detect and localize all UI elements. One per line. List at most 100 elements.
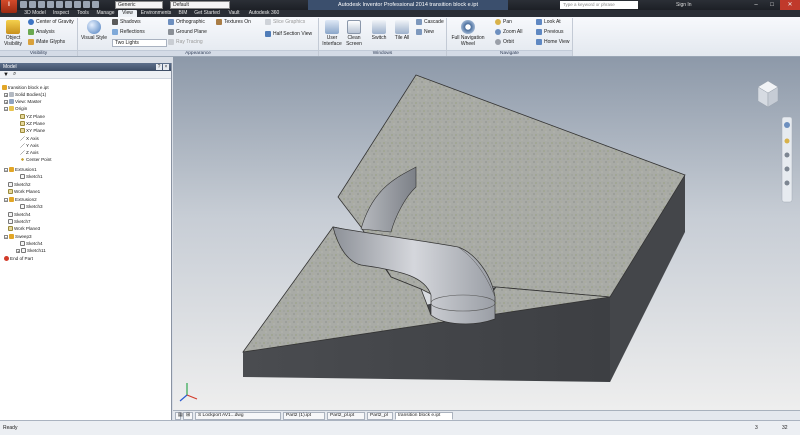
orbit-button[interactable]: Orbit <box>495 39 514 45</box>
search-input[interactable]: Type a keyword or phrase <box>560 1 638 9</box>
center-of-gravity-button[interactable]: Center of Gravity <box>28 19 74 25</box>
user-interface-icon[interactable] <box>325 20 339 34</box>
analysis-button[interactable]: Analysis <box>28 29 55 35</box>
reflections-button[interactable]: Reflections <box>112 29 145 35</box>
doc-tab-part2-1[interactable]: Part2 (1).ipt <box>283 412 325 420</box>
zoom-all-button[interactable]: Zoom All <box>495 29 522 35</box>
collapse-icon[interactable]: − <box>4 106 8 111</box>
maximize-button[interactable]: □ <box>764 0 780 10</box>
lights-dropdown[interactable]: Two Lights <box>112 39 167 47</box>
visual-style-button[interactable]: Visual Style <box>79 35 109 41</box>
tree-node-sketch1[interactable]: Sketch1 <box>20 173 43 180</box>
measure-icon[interactable] <box>92 1 99 8</box>
full-navigation-wheel-button[interactable]: Full Navigation Wheel <box>448 35 488 47</box>
doc-tab-transition-block[interactable]: transition block e.ipt <box>395 412 453 420</box>
sign-in-link[interactable]: Sign In <box>676 0 692 10</box>
tree-node-sweep-sketch4[interactable]: Sketch4 <box>20 240 43 247</box>
shadows-button[interactable]: Shadows <box>112 19 141 25</box>
view-cube[interactable] <box>757 80 779 108</box>
tab-environments[interactable]: Environments <box>137 10 175 17</box>
minimize-button[interactable]: – <box>748 0 764 10</box>
orthographic-button[interactable]: Orthographic <box>168 19 205 25</box>
doc-tab-part2-pl-ipt[interactable]: Part2_pl.ipt <box>327 412 365 420</box>
tile-all-icon[interactable] <box>395 20 409 34</box>
tree-node-sketch3[interactable]: Sketch3 <box>20 203 43 210</box>
tab-view[interactable]: View <box>118 10 137 17</box>
tree-node-yz-plane[interactable]: YZ Plane <box>20 113 45 120</box>
tree-node-xy-plane[interactable]: XY Plane <box>20 127 45 134</box>
tab-get-started[interactable]: Get Started <box>191 10 223 17</box>
tree-node-sketch11[interactable]: + Sketch11 <box>16 247 46 254</box>
tab-autodesk-360[interactable]: Autodesk 360 <box>245 10 283 17</box>
browser-help-icon[interactable]: ? <box>156 64 162 70</box>
slice-graphics-button[interactable]: Slice Graphics <box>265 19 305 25</box>
doc-tab-part2-pl[interactable]: Part2_pl <box>367 412 393 420</box>
new-window-button[interactable]: New <box>416 29 434 35</box>
object-visibility-button[interactable]: Object Visibility <box>1 35 25 47</box>
half-section-view-button[interactable]: Half Section View <box>265 31 312 37</box>
pan-button[interactable]: Pan <box>495 19 512 25</box>
tree-node-extrusion1[interactable]: − Extrusion1 <box>4 166 37 173</box>
collapse-icon[interactable]: − <box>4 197 8 202</box>
material-combo[interactable]: Generic <box>115 1 163 9</box>
new-icon[interactable] <box>20 1 27 8</box>
tile-all-button[interactable]: Tile All <box>390 35 414 41</box>
visual-style-icon[interactable] <box>87 20 101 34</box>
tree-node-root[interactable]: transition block e.ipt <box>2 84 49 91</box>
tree-node-sketch2[interactable]: Sketch2 <box>8 181 31 188</box>
tab-vault[interactable]: Vault <box>223 10 245 17</box>
expand-icon[interactable]: + <box>4 99 8 104</box>
tree-node-work-plane3[interactable]: Work Plane3 <box>8 225 40 232</box>
tree-node-y-axis[interactable]: Y Axis <box>20 142 39 149</box>
tree-node-sketch4[interactable]: Sketch4 <box>8 211 31 218</box>
tabs-scroll-icon[interactable]: ⊞ <box>183 412 193 420</box>
tree-node-x-axis[interactable]: X Axis <box>20 135 39 142</box>
tree-node-view-master[interactable]: + View: Master <box>4 98 41 105</box>
clean-screen-icon[interactable] <box>347 20 361 34</box>
cascade-button[interactable]: Cascade <box>416 19 444 25</box>
look-at-button[interactable]: Look At <box>536 19 561 25</box>
tab-bim[interactable]: BIM <box>175 10 191 17</box>
navigation-bar[interactable] <box>781 116 793 203</box>
collapse-icon[interactable]: − <box>4 234 8 239</box>
tree-node-xz-plane[interactable]: XZ Plane <box>20 120 45 127</box>
previous-view-button[interactable]: Previous <box>536 29 563 35</box>
tab-manage[interactable]: Manage <box>93 10 118 17</box>
expand-icon[interactable]: + <box>4 92 8 97</box>
filter-icon[interactable]: ▼ <box>3 72 9 78</box>
tabs-menu-icon[interactable]: ▤ <box>175 412 183 420</box>
imate-glyphs-button[interactable]: iMate Glyphs <box>28 39 65 45</box>
user-interface-button[interactable]: User Interface <box>319 35 345 47</box>
open-icon[interactable] <box>29 1 36 8</box>
object-visibility-icon[interactable] <box>6 20 20 34</box>
doc-tab-lockport[interactable]: S Lockport AV1...dwg <box>195 412 281 420</box>
navigation-wheel-icon[interactable] <box>461 20 475 34</box>
appearance-combo[interactable]: Default <box>170 1 230 9</box>
undo-icon[interactable] <box>47 1 54 8</box>
tree-node-sketch7[interactable]: Sketch7 <box>8 218 31 225</box>
clean-screen-button[interactable]: Clean Screen <box>343 35 365 47</box>
switch-window-icon[interactable] <box>372 20 386 34</box>
tab-3d-model[interactable]: 3D Model <box>21 10 49 17</box>
tree-node-center-point[interactable]: Center Point <box>20 156 52 163</box>
tab-inspect[interactable]: Inspect <box>49 10 73 17</box>
tree-node-work-plane1[interactable]: Work Plane1 <box>8 188 40 195</box>
ray-tracing-button[interactable]: Ray Tracing <box>168 39 203 45</box>
home-view-button[interactable]: Home View <box>536 39 569 45</box>
ground-plane-button[interactable]: Ground Plane <box>168 29 207 35</box>
tree-node-extrusion2[interactable]: − Extrusion2 <box>4 196 37 203</box>
switch-button[interactable]: Switch <box>367 35 391 41</box>
tree-node-solid-bodies[interactable]: + Solid Bodies(1) <box>4 91 46 98</box>
model-view-svg[interactable] <box>173 57 800 410</box>
select-icon[interactable] <box>74 1 81 8</box>
browser-close-icon[interactable]: × <box>163 64 169 70</box>
close-button[interactable]: ✕ <box>780 0 800 10</box>
expand-icon[interactable]: + <box>16 248 20 253</box>
tab-tools[interactable]: Tools <box>73 10 93 17</box>
graphics-viewport[interactable] <box>173 57 800 410</box>
tree-node-sweep3[interactable]: − Sweep3 <box>4 233 32 240</box>
collapse-icon[interactable]: − <box>4 167 8 172</box>
find-icon[interactable]: ⌕ <box>13 71 16 78</box>
redo-icon[interactable] <box>56 1 63 8</box>
save-icon[interactable] <box>38 1 45 8</box>
